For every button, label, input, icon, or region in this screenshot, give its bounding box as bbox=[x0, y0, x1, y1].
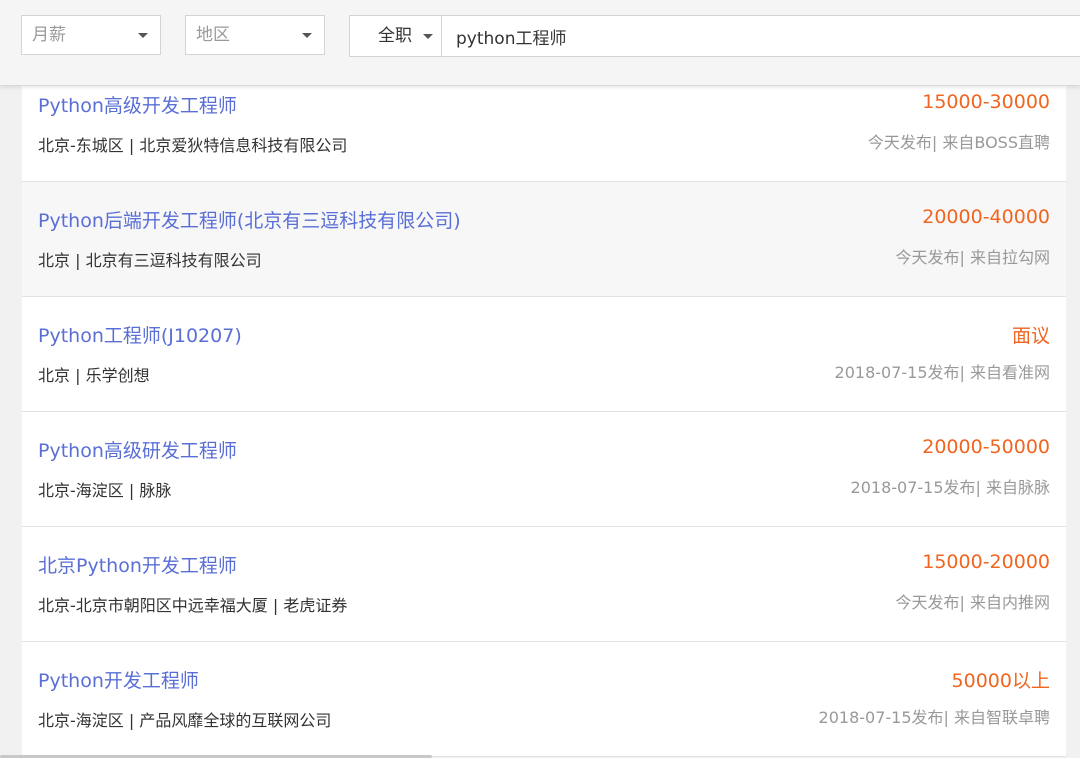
job-type-select[interactable]: 全职 bbox=[350, 16, 442, 56]
filter-bar: 月薪 地区 全职 bbox=[0, 0, 1080, 86]
job-item[interactable]: Python工程师(J10207) 面议 北京 | 乐学创想 2018-07-1… bbox=[22, 297, 1066, 412]
search-group: 全职 bbox=[349, 15, 1080, 57]
job-location-company: 北京 | 北京有三逗科技有限公司 bbox=[38, 251, 262, 270]
job-salary: 50000以上 bbox=[951, 670, 1050, 692]
job-item[interactable]: Python后端开发工程师(北京有三逗科技有限公司) 20000-40000 北… bbox=[22, 182, 1066, 297]
job-location-company: 北京-海淀区 | 产品风靡全球的互联网公司 bbox=[38, 711, 332, 730]
chevron-down-icon bbox=[138, 33, 148, 38]
job-title-link[interactable]: Python高级研发工程师 bbox=[38, 436, 237, 463]
job-salary: 20000-50000 bbox=[922, 436, 1050, 458]
chevron-down-icon bbox=[302, 33, 312, 38]
job-location-company: 北京 | 乐学创想 bbox=[38, 366, 150, 385]
job-title-link[interactable]: 北京Python开发工程师 bbox=[38, 551, 237, 578]
chevron-down-icon bbox=[423, 34, 433, 39]
salary-select[interactable]: 月薪 bbox=[21, 15, 161, 55]
job-source: 2018-07-15发布| 来自看准网 bbox=[834, 363, 1050, 382]
job-source: 今天发布| 来自BOSS直聘 bbox=[867, 133, 1050, 152]
job-source: 2018-07-15发布| 来自脉脉 bbox=[850, 478, 1050, 497]
job-item[interactable]: 北京Python开发工程师 15000-20000 北京-北京市朝阳区中远幸福大… bbox=[22, 527, 1066, 642]
job-location-company: 北京-东城区 | 北京爱狄特信息科技有限公司 bbox=[38, 136, 348, 155]
job-item[interactable]: Python高级研发工程师 20000-50000 北京-海淀区 | 脉脉 20… bbox=[22, 412, 1066, 527]
job-salary: 面议 bbox=[1011, 325, 1050, 347]
job-source: 今天发布| 来自内推网 bbox=[895, 593, 1050, 612]
job-list: Python高级开发工程师 15000-30000 北京-东城区 | 北京爱狄特… bbox=[22, 67, 1066, 757]
job-item[interactable]: Python开发工程师 50000以上 北京-海淀区 | 产品风靡全球的互联网公… bbox=[22, 642, 1066, 757]
job-title-link[interactable]: Python工程师(J10207) bbox=[38, 321, 242, 348]
job-title-link[interactable]: Python开发工程师 bbox=[38, 666, 199, 693]
job-source: 今天发布| 来自拉勾网 bbox=[895, 248, 1050, 267]
region-select[interactable]: 地区 bbox=[185, 15, 325, 55]
search-input[interactable] bbox=[443, 16, 1080, 56]
job-salary: 20000-40000 bbox=[922, 206, 1050, 228]
region-select-label: 地区 bbox=[196, 25, 230, 45]
job-salary: 15000-30000 bbox=[922, 91, 1050, 113]
job-title-link[interactable]: Python高级开发工程师 bbox=[38, 91, 237, 118]
job-title-link[interactable]: Python后端开发工程师(北京有三逗科技有限公司) bbox=[38, 206, 461, 233]
salary-select-label: 月薪 bbox=[32, 25, 66, 45]
job-source: 2018-07-15发布| 来自智联卓聘 bbox=[818, 708, 1050, 727]
job-location-company: 北京-北京市朝阳区中远幸福大厦 | 老虎证券 bbox=[38, 596, 348, 615]
job-type-label: 全职 bbox=[378, 26, 412, 46]
job-location-company: 北京-海淀区 | 脉脉 bbox=[38, 481, 172, 500]
job-salary: 15000-20000 bbox=[922, 551, 1050, 573]
